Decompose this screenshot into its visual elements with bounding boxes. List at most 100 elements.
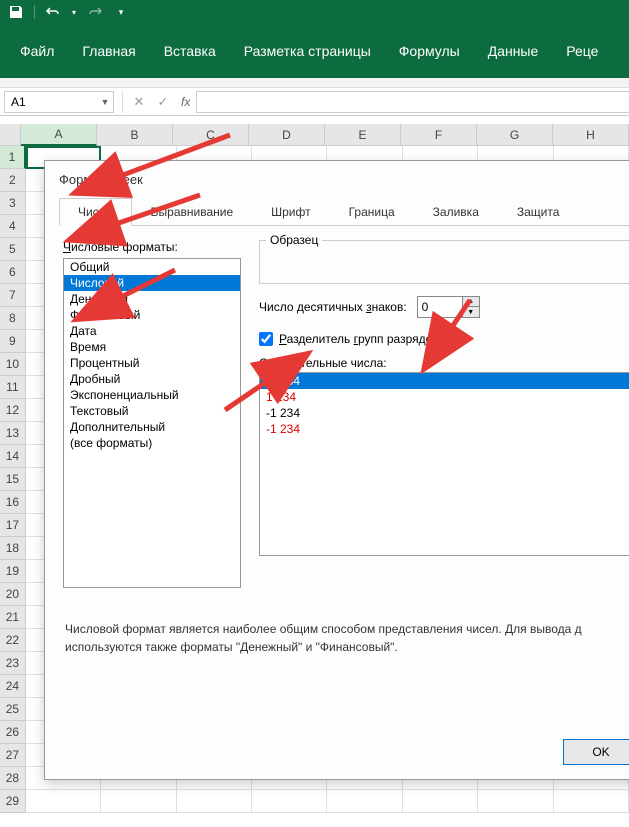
column-header[interactable]: G — [477, 124, 553, 146]
row-header[interactable]: 24 — [0, 675, 26, 698]
category-item[interactable]: Числовой — [64, 275, 240, 291]
row-header[interactable]: 22 — [0, 629, 26, 652]
row-header[interactable]: 10 — [0, 353, 26, 376]
category-item[interactable]: Общий — [64, 259, 240, 275]
enter-formula-icon[interactable]: ✓ — [151, 91, 175, 113]
row-header[interactable]: 18 — [0, 537, 26, 560]
spinner-up-icon[interactable]: ▲ — [463, 297, 479, 307]
row-header[interactable]: 8 — [0, 307, 26, 330]
formula-bar: A1 ▼ ✕ ✓ fx — [0, 88, 629, 116]
decimal-places-input[interactable] — [418, 297, 462, 317]
column-header[interactable]: F — [401, 124, 477, 146]
category-item[interactable]: Время — [64, 339, 240, 355]
dialog-tab-font[interactable]: Шрифт — [252, 198, 329, 226]
row-header[interactable]: 20 — [0, 583, 26, 606]
ok-button[interactable]: OK — [563, 739, 629, 765]
ribbon-tab-formulas[interactable]: Формулы — [385, 35, 474, 67]
ribbon-tab-data[interactable]: Данные — [474, 35, 553, 67]
category-item[interactable]: Дополнительный — [64, 419, 240, 435]
row-header[interactable]: 12 — [0, 399, 26, 422]
row-header[interactable]: 14 — [0, 445, 26, 468]
dialog-tab-alignment[interactable]: Выравнивание — [132, 198, 253, 226]
cancel-formula-icon[interactable]: ✕ — [127, 91, 151, 113]
customize-qat-icon[interactable]: ▾ — [111, 2, 131, 22]
fx-icon[interactable]: fx — [181, 95, 190, 109]
ribbon-tab-review[interactable]: Реце — [552, 35, 612, 67]
row-header[interactable]: 9 — [0, 330, 26, 353]
thousands-separator-checkbox[interactable] — [259, 332, 273, 346]
row-header[interactable]: 21 — [0, 606, 26, 629]
category-list[interactable]: ОбщийЧисловойДенежныйФинансовыйДатаВремя… — [63, 258, 241, 588]
row-header[interactable]: 1 — [0, 146, 26, 169]
undo-dropdown-icon[interactable]: ▾ — [69, 2, 79, 22]
ribbon-tab-pagelayout[interactable]: Разметка страницы — [230, 35, 385, 67]
row-header[interactable]: 2 — [0, 169, 26, 192]
dialog-tab-number[interactable]: Число — [59, 198, 132, 226]
row-header[interactable]: 11 — [0, 376, 26, 399]
select-all-corner[interactable] — [0, 124, 21, 146]
dialog-tab-fill[interactable]: Заливка — [414, 198, 498, 226]
row-header[interactable]: 13 — [0, 422, 26, 445]
cell[interactable] — [327, 790, 402, 813]
thousands-separator-label: Разделитель групп разрядов ( ) — [279, 332, 453, 346]
category-item[interactable]: (все форматы) — [64, 435, 240, 451]
cell[interactable] — [554, 790, 629, 813]
row-header[interactable]: 4 — [0, 215, 26, 238]
row-header[interactable]: 25 — [0, 698, 26, 721]
negative-numbers-list[interactable]: -1 2341 234-1 234-1 234 — [259, 372, 629, 556]
row-header[interactable]: 29 — [0, 790, 26, 813]
row-header[interactable]: 27 — [0, 744, 26, 767]
name-box-dropdown-icon[interactable]: ▼ — [97, 97, 113, 107]
row-header[interactable]: 17 — [0, 514, 26, 537]
format-description: Числовой формат является наиболее общим … — [65, 620, 629, 656]
category-item[interactable]: Финансовый — [64, 307, 240, 323]
category-item[interactable]: Экспоненциальный — [64, 387, 240, 403]
column-header[interactable]: A — [21, 124, 97, 146]
name-box[interactable]: A1 ▼ — [4, 91, 114, 113]
negative-format-item[interactable]: -1 234 — [260, 373, 629, 389]
row-header[interactable]: 7 — [0, 284, 26, 307]
column-header[interactable]: E — [325, 124, 401, 146]
cell[interactable] — [101, 790, 176, 813]
sample-box: Образец — [259, 240, 629, 284]
row-header[interactable]: 26 — [0, 721, 26, 744]
undo-icon[interactable] — [43, 2, 63, 22]
dialog-tab-border[interactable]: Граница — [330, 198, 414, 226]
negative-format-item[interactable]: -1 234 — [260, 405, 629, 421]
cell[interactable] — [252, 790, 327, 813]
save-icon[interactable] — [6, 2, 26, 22]
row-header[interactable]: 19 — [0, 560, 26, 583]
row-header[interactable]: 28 — [0, 767, 26, 790]
formula-input[interactable] — [196, 91, 629, 113]
row-header[interactable]: 23 — [0, 652, 26, 675]
column-header[interactable]: C — [173, 124, 249, 146]
dialog-tab-protection[interactable]: Защита — [498, 198, 579, 226]
cell[interactable] — [403, 790, 478, 813]
negative-format-item[interactable]: 1 234 — [260, 389, 629, 405]
category-item[interactable]: Процентный — [64, 355, 240, 371]
row-header[interactable]: 15 — [0, 468, 26, 491]
row-header[interactable]: 3 — [0, 192, 26, 215]
category-item[interactable]: Дробный — [64, 371, 240, 387]
row-header[interactable]: 16 — [0, 491, 26, 514]
ribbon-tab-home[interactable]: Главная — [68, 35, 149, 67]
category-item[interactable]: Дата — [64, 323, 240, 339]
spinner-down-icon[interactable]: ▼ — [463, 307, 479, 317]
sample-label: Образец — [266, 233, 322, 247]
column-header[interactable]: D — [249, 124, 325, 146]
row-header[interactable]: 6 — [0, 261, 26, 284]
decimal-places-spinner[interactable]: ▲ ▼ — [417, 296, 480, 318]
category-item[interactable]: Текстовый — [64, 403, 240, 419]
row-header[interactable]: 5 — [0, 238, 26, 261]
ribbon-tab-insert[interactable]: Вставка — [150, 35, 230, 67]
negative-format-item[interactable]: -1 234 — [260, 421, 629, 437]
redo-icon[interactable] — [85, 2, 105, 22]
dialog-tabs: Число Выравнивание Шрифт Граница Заливка… — [59, 197, 629, 226]
column-header[interactable]: B — [97, 124, 173, 146]
cell[interactable] — [177, 790, 252, 813]
cell[interactable] — [478, 790, 553, 813]
category-item[interactable]: Денежный — [64, 291, 240, 307]
cell[interactable] — [26, 790, 101, 813]
ribbon-tab-file[interactable]: Файл — [6, 35, 68, 67]
column-header[interactable]: H — [553, 124, 629, 146]
